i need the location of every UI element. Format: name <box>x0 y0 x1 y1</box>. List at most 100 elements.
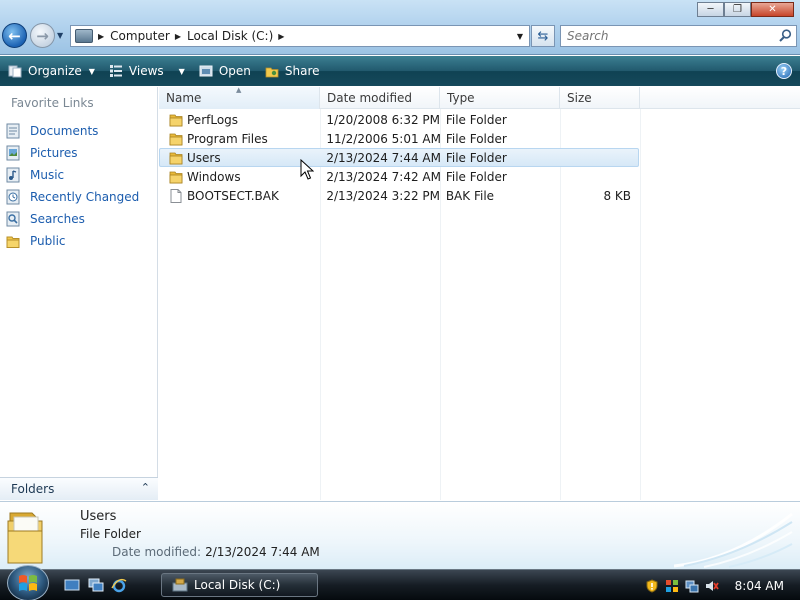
close-button[interactable]: ✕ <box>751 2 794 17</box>
network-icon[interactable] <box>685 579 699 593</box>
name-cell: BOOTSECT.BAK <box>160 188 320 203</box>
large-folder-icon <box>7 512 43 564</box>
search-input[interactable] <box>561 26 761 46</box>
favorite-links-list: Documents Pictures Music Recently Change… <box>6 120 139 252</box>
drive-icon <box>172 578 188 592</box>
folders-toggle[interactable]: Folders ⌃ <box>0 477 158 500</box>
magnifier-icon[interactable] <box>779 29 792 42</box>
folder-icon <box>169 114 183 126</box>
breadcrumb-separator-icon[interactable]: ▶ <box>98 32 104 41</box>
chevron-down-icon: ▼ <box>178 66 185 76</box>
details-pane: Users File Folder Date modified: 2/13/202… <box>0 501 800 569</box>
recent-pages-dropdown[interactable]: ▼ <box>57 31 63 40</box>
sidebar-item-recently-changed[interactable]: Recently Changed <box>6 186 139 208</box>
sidebar-item-documents[interactable]: Documents <box>6 120 139 142</box>
navigation-pane: Favorite Links Documents Pictures Music <box>0 87 158 500</box>
windows-update-icon[interactable] <box>665 579 679 593</box>
column-header-label: Date modified <box>327 91 413 105</box>
sidebar-item-music[interactable]: Music <box>6 164 139 186</box>
forward-button[interactable]: → <box>30 23 55 48</box>
column-header-filler <box>640 87 800 109</box>
share-button[interactable]: Share <box>259 58 326 84</box>
start-button[interactable] <box>7 565 49 600</box>
file-name: Users <box>187 150 221 165</box>
file-list: ▲ Name Date modified Type Size PerfLogs … <box>159 86 800 500</box>
switch-windows-icon[interactable] <box>88 578 104 593</box>
file-name: Program Files <box>187 131 268 146</box>
organize-button[interactable]: Organize ▼ <box>2 58 101 84</box>
views-label: Views <box>128 64 164 78</box>
sidebar-item-public[interactable]: Public <box>6 230 139 252</box>
column-header-type[interactable]: Type <box>440 87 560 109</box>
open-icon <box>199 65 213 77</box>
clock[interactable]: 8:04 AM <box>735 579 784 593</box>
views-icon <box>109 65 122 77</box>
taskbar-item-local-disk[interactable]: Local Disk (C:) <box>161 573 318 597</box>
recently-changed-icon <box>6 189 20 205</box>
column-header-name[interactable]: ▲ Name <box>159 86 320 109</box>
searches-icon <box>6 211 20 227</box>
type-cell: BAK File <box>445 188 495 203</box>
date-cell: 2/13/2024 3:22 PM <box>326 188 440 203</box>
table-row[interactable]: Windows 2/13/2024 7:42 AM File Folder <box>159 167 639 186</box>
security-shield-icon[interactable] <box>645 578 659 593</box>
chevron-down-icon: ▼ <box>88 66 95 76</box>
back-button[interactable]: ← <box>2 23 27 48</box>
open-button[interactable]: Open <box>193 58 257 84</box>
pictures-icon <box>6 145 20 161</box>
sidebar-item-label: Music <box>30 168 65 182</box>
help-button[interactable]: ? <box>776 63 792 79</box>
minimize-button[interactable]: ─ <box>697 2 724 17</box>
title-bar: ─ ❐ ✕ ← → ▼ ▶ Computer ▶ Local Disk (C:)… <box>0 0 800 55</box>
chevron-up-icon: ⌃ <box>140 481 150 494</box>
file-name: BOOTSECT.BAK <box>187 188 279 203</box>
show-desktop-icon[interactable] <box>64 578 80 593</box>
file-name: Windows <box>187 169 241 184</box>
refresh-button[interactable]: ⇆ <box>531 25 555 47</box>
sidebar-item-label: Recently Changed <box>30 190 140 204</box>
music-icon <box>6 167 20 183</box>
documents-icon <box>6 123 20 139</box>
sidebar-item-pictures[interactable]: Pictures <box>6 142 139 164</box>
name-cell: Program Files <box>160 132 320 146</box>
share-icon <box>265 67 279 78</box>
arrow-right-icon: → <box>36 26 49 45</box>
date-cell: 11/2/2006 5:01 AM <box>326 131 440 146</box>
folder-icon <box>169 152 183 164</box>
system-tray: 8:04 AM <box>639 570 800 600</box>
windows-logo-icon <box>19 575 37 591</box>
table-row[interactable]: Program Files 11/2/2006 5:01 AM File Fol… <box>159 129 639 148</box>
maximize-button[interactable]: ❐ <box>724 2 751 17</box>
taskbar: Local Disk (C:) 8:04 AM <box>0 565 800 600</box>
search-box[interactable] <box>560 25 797 47</box>
breadcrumb-separator-icon[interactable]: ▶ <box>175 32 181 41</box>
open-label: Open <box>218 64 251 78</box>
internet-explorer-icon[interactable] <box>111 578 127 593</box>
views-button[interactable]: Views ▼ <box>103 58 191 84</box>
folder-icon <box>169 133 183 145</box>
name-cell: Windows <box>160 170 320 184</box>
date-cell: 2/13/2024 7:42 AM <box>326 169 440 184</box>
column-header-size[interactable]: Size <box>560 87 640 109</box>
details-date-modified: Date modified: 2/13/2024 7:44 AM <box>112 545 320 559</box>
taskbar-item-label: Local Disk (C:) <box>194 578 281 592</box>
file-rows: PerfLogs 1/20/2008 6:32 PM File Folder P… <box>159 110 639 205</box>
details-date-label: Date modified: <box>112 545 202 559</box>
name-cell: PerfLogs <box>160 113 320 127</box>
sidebar-item-searches[interactable]: Searches <box>6 208 139 230</box>
address-bar[interactable]: ▶ Computer ▶ Local Disk (C:) ▶ ▼ <box>70 25 530 47</box>
mouse-cursor-icon <box>300 159 314 180</box>
table-row[interactable]: BOOTSECT.BAK 2/13/2024 3:22 PM BAK File … <box>159 186 639 205</box>
type-cell: File Folder <box>445 112 507 127</box>
breadcrumb-separator-icon[interactable]: ▶ <box>278 32 284 41</box>
address-dropdown-icon[interactable]: ▼ <box>517 32 523 41</box>
folders-label: Folders <box>11 482 55 496</box>
date-cell: 1/20/2008 6:32 PM <box>326 112 440 127</box>
column-header-date-modified[interactable]: Date modified <box>320 87 440 109</box>
table-row[interactable]: PerfLogs 1/20/2008 6:32 PM File Folder <box>159 110 639 129</box>
table-row-selected[interactable]: Users 2/13/2024 7:44 AM File Folder <box>159 148 639 167</box>
breadcrumb-local-disk[interactable]: Local Disk (C:) <box>187 29 273 43</box>
breadcrumb-computer[interactable]: Computer <box>110 29 170 43</box>
command-bar: Organize ▼ Views ▼ Open Share ? <box>0 56 800 86</box>
volume-muted-icon[interactable] <box>705 579 719 593</box>
